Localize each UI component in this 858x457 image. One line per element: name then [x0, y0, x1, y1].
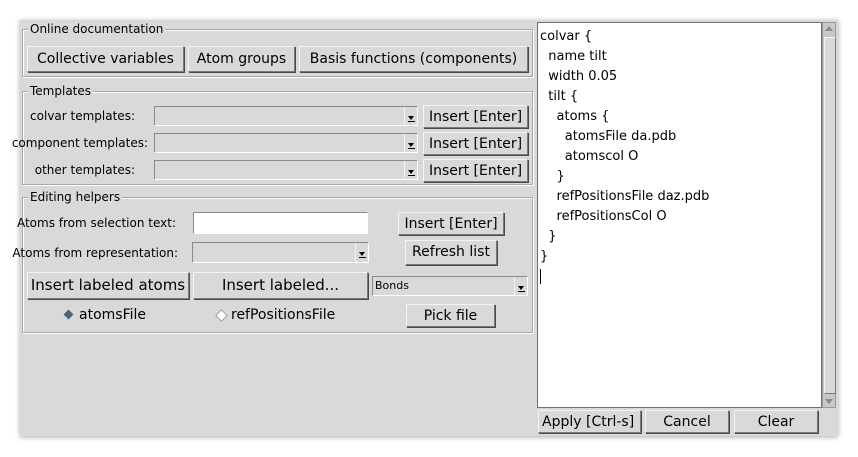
representation-label: Atoms from representation:	[12, 246, 178, 260]
selection-text-label: Atoms from selection text:	[16, 216, 176, 230]
colvar-templates-insert-button[interactable]: Insert [Enter]	[423, 105, 528, 128]
refresh-list-button[interactable]: Refresh list	[405, 240, 497, 265]
templates-group: Templates colvar templates: Insert [Ente…	[12, 84, 534, 186]
radio-unselected-icon	[215, 309, 228, 322]
scroll-up-icon[interactable]	[825, 26, 833, 31]
colvar-config-editor[interactable]: colvar { name tilt width 0.05 tilt { ato…	[537, 22, 822, 408]
apply-button[interactable]: Apply [Ctrl-s]	[538, 410, 641, 433]
ref-positions-file-radio-label: refPositionsFile	[231, 307, 336, 323]
online-documentation-legend: Online documentation	[28, 22, 166, 36]
chevron-down-icon[interactable]	[404, 107, 417, 125]
other-templates-label: other templates:	[34, 163, 135, 177]
scroll-down-icon[interactable]	[825, 399, 833, 404]
labeled-type-combo[interactable]: Bonds	[372, 276, 528, 296]
editor-text: colvar { name tilt width 0.05 tilt { ato…	[540, 29, 710, 264]
other-templates-insert-button[interactable]: Insert [Enter]	[423, 159, 528, 182]
component-templates-insert-button[interactable]: Insert [Enter]	[423, 132, 528, 155]
editing-helpers-legend: Editing helpers	[28, 190, 123, 204]
editor-vertical-scrollbar[interactable]	[822, 22, 836, 408]
templates-legend: Templates	[28, 84, 94, 98]
colvar-templates-label: colvar templates:	[30, 109, 135, 123]
insert-labeled-button[interactable]: Insert labeled...	[193, 272, 368, 299]
scrollbar-thumb[interactable]	[824, 37, 836, 394]
online-documentation-group: Online documentation Collective variable…	[22, 22, 534, 78]
pick-file-button[interactable]: Pick file	[406, 304, 495, 327]
component-templates-label: component templates:	[11, 136, 148, 150]
chevron-down-icon[interactable]	[514, 277, 527, 295]
selection-insert-button[interactable]: Insert [Enter]	[398, 212, 504, 235]
atoms-file-radio-label: atomsFile	[79, 307, 146, 323]
chevron-down-icon[interactable]	[404, 134, 417, 152]
chevron-down-icon[interactable]	[355, 243, 368, 262]
atoms-file-radio[interactable]: atomsFile	[61, 305, 154, 325]
radio-selected-icon	[63, 309, 74, 320]
insert-labeled-atoms-button[interactable]: Insert labeled atoms	[27, 272, 189, 299]
colvars-editor-window: Online documentation Collective variable…	[12, 20, 838, 436]
chevron-down-icon[interactable]	[404, 161, 417, 179]
text-cursor	[540, 269, 541, 284]
colvar-templates-combo[interactable]	[154, 106, 418, 126]
doc-basis-functions-button[interactable]: Basis functions (components)	[299, 46, 528, 72]
representation-combo[interactable]	[192, 242, 369, 263]
clear-button[interactable]: Clear	[734, 410, 818, 433]
labeled-type-value: Bonds	[375, 279, 409, 292]
editing-helpers-group: Editing helpers Atoms from selection tex…	[12, 190, 534, 334]
ref-positions-file-radio[interactable]: refPositionsFile	[213, 305, 347, 325]
doc-collective-variables-button[interactable]: Collective variables	[27, 46, 184, 72]
cancel-button[interactable]: Cancel	[645, 410, 729, 433]
other-templates-combo[interactable]	[154, 160, 418, 180]
doc-atom-groups-button[interactable]: Atom groups	[188, 46, 295, 72]
component-templates-combo[interactable]	[154, 133, 418, 153]
selection-text-input[interactable]	[193, 212, 368, 234]
